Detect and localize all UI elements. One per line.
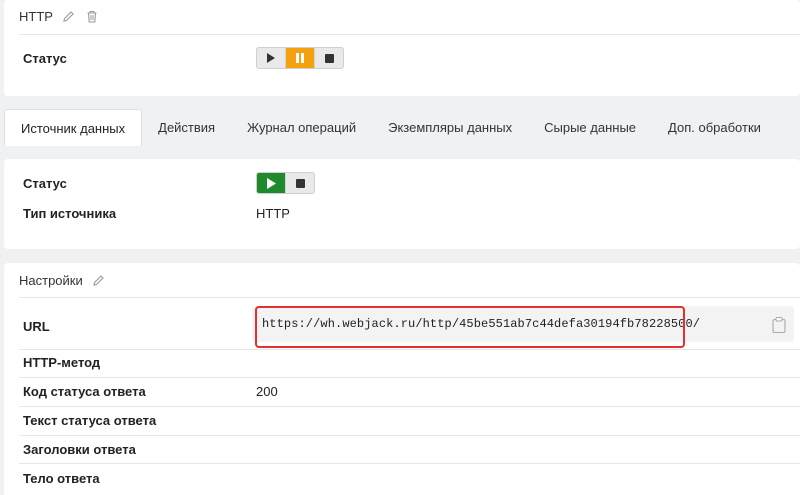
tab-extra-processing[interactable]: Доп. обработки <box>652 109 777 145</box>
tab-actions[interactable]: Действия <box>142 109 231 145</box>
http-method-label: HTTP-метод <box>23 355 101 370</box>
tab-bar: Источник данных Действия Журнал операций… <box>4 109 800 146</box>
stop-icon <box>295 178 305 188</box>
play-icon <box>267 53 275 63</box>
status-label: Статус <box>23 51 67 66</box>
clipboard-icon[interactable] <box>772 316 786 336</box>
url-label: URL <box>23 319 50 334</box>
tab-data-instances[interactable]: Экземпляры данных <box>372 109 528 145</box>
response-code-label: Код статуса ответа <box>23 384 146 399</box>
response-status-text-label: Текст статуса ответа <box>23 413 157 428</box>
pause-icon <box>296 53 304 63</box>
play-icon <box>266 177 276 189</box>
source-status-label: Статус <box>23 176 67 191</box>
stop-button[interactable] <box>315 48 343 68</box>
settings-header: Настройки <box>19 273 106 288</box>
source-type-label: Тип источника <box>23 206 117 221</box>
divider <box>19 297 800 298</box>
play-button[interactable] <box>257 48 286 68</box>
source-card: Статус Тип источника HTTP <box>4 159 800 249</box>
divider <box>19 349 800 350</box>
response-body-label: Тело ответа <box>23 471 100 486</box>
status-controls <box>256 47 344 69</box>
divider <box>19 463 800 464</box>
source-type-value: HTTP <box>256 206 290 221</box>
settings-title: Настройки <box>19 273 83 288</box>
divider <box>19 34 800 35</box>
trash-icon[interactable] <box>85 10 99 24</box>
response-code-value: 200 <box>256 384 278 399</box>
response-headers-label: Заголовки ответа <box>23 442 136 457</box>
tab-data-source[interactable]: Источник данных <box>4 109 143 146</box>
pencil-icon[interactable] <box>62 10 76 24</box>
divider <box>19 435 800 436</box>
settings-card: Настройки <box>4 263 800 495</box>
page-title: HTTP <box>19 9 53 24</box>
tab-raw-data[interactable]: Сырые данные <box>528 109 652 145</box>
pause-button[interactable] <box>286 48 315 68</box>
source-play-button[interactable] <box>257 173 286 193</box>
tab-operations-log[interactable]: Журнал операций <box>231 109 372 145</box>
stop-icon <box>324 53 334 63</box>
pencil-icon[interactable] <box>92 274 106 288</box>
source-stop-button[interactable] <box>286 173 314 193</box>
header-card: HTTP Статус <box>4 0 800 96</box>
divider <box>19 377 800 378</box>
divider <box>19 406 800 407</box>
source-status-controls <box>256 172 315 194</box>
card-header: HTTP <box>19 9 99 24</box>
url-highlight-box <box>255 306 685 348</box>
